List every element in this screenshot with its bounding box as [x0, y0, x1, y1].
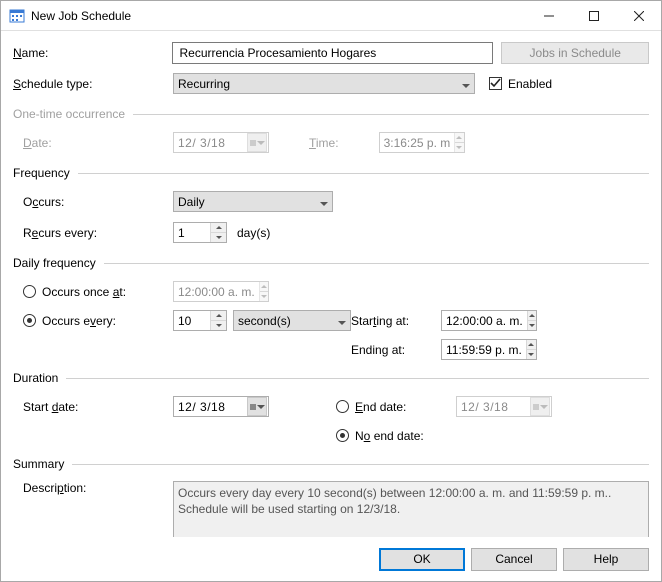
- onetime-time-value: 3:16:25 p. m: [380, 136, 455, 150]
- schedule-type-select[interactable]: Recurring: [173, 73, 475, 94]
- titlebar: New Job Schedule: [1, 1, 661, 31]
- jobs-in-schedule-button: Jobs in Schedule: [501, 42, 649, 64]
- ending-at-label: Ending at:: [351, 343, 441, 357]
- onetime-time-spinner: 3:16:25 p. m: [379, 132, 465, 153]
- end-date-value: 12/ 3/18: [457, 400, 530, 414]
- close-button[interactable]: [616, 1, 661, 30]
- spin-down-icon[interactable]: [527, 349, 536, 359]
- spin-down-icon[interactable]: [211, 232, 226, 242]
- start-date-value: 12/ 3/18: [174, 400, 247, 414]
- checkbox-icon: [489, 77, 502, 90]
- occurs-select[interactable]: Daily: [173, 191, 333, 212]
- group-daily-frequency-title: Daily frequency: [13, 256, 96, 270]
- divider: [72, 464, 649, 465]
- recurs-every-spinner[interactable]: 1: [173, 222, 227, 243]
- starting-at-value: 12:00:00 a. m.: [442, 314, 527, 328]
- occurs-every-n-value: 10: [174, 314, 210, 328]
- group-summary-title: Summary: [13, 457, 64, 471]
- divider: [133, 114, 649, 115]
- calendar-dropdown-icon: [247, 133, 267, 152]
- occurs-every-unit-select[interactable]: second(s): [233, 310, 351, 331]
- occurs-once-at-radio[interactable]: Occurs once at:: [23, 285, 173, 299]
- divider: [66, 378, 649, 379]
- end-date-radio[interactable]: End date:: [336, 400, 456, 414]
- calendar-dropdown-icon: [530, 397, 550, 416]
- schedule-type-value: Recurring: [178, 77, 230, 91]
- group-frequency-title: Frequency: [13, 166, 70, 180]
- description-label: Description:: [23, 481, 173, 495]
- ok-button[interactable]: OK: [379, 548, 465, 571]
- summary-textarea[interactable]: Occurs every day every 10 second(s) betw…: [173, 481, 649, 537]
- enabled-label: Enabled: [508, 77, 552, 91]
- occurs-value: Daily: [178, 195, 205, 209]
- date-label: Date:: [23, 136, 173, 150]
- window: New Job Schedule Name: Jobs in Schedule …: [0, 0, 662, 582]
- spin-up-icon[interactable]: [527, 340, 536, 349]
- starting-at-spinner[interactable]: 12:00:00 a. m.: [441, 310, 537, 331]
- minimize-button[interactable]: [526, 1, 571, 30]
- ending-at-value: 11:59:59 p. m.: [442, 343, 526, 357]
- spin-up-icon[interactable]: [211, 223, 226, 232]
- dialog-body: Name: Jobs in Schedule Schedule type: Re…: [1, 31, 661, 537]
- radio-icon: [336, 429, 349, 442]
- no-end-date-radio[interactable]: No end date:: [336, 429, 424, 443]
- radio-icon: [23, 285, 36, 298]
- start-date-label: Start date:: [23, 400, 173, 414]
- chevron-down-icon: [338, 314, 346, 328]
- recurs-every-value: 1: [174, 226, 210, 240]
- starting-at-label: Starting at:: [351, 314, 441, 328]
- schedule-type-label: Schedule type:: [13, 77, 173, 91]
- chevron-down-icon: [462, 77, 470, 91]
- occurs-label: Occurs:: [23, 195, 173, 209]
- onetime-date-picker: 12/ 3/18: [173, 132, 269, 153]
- spin-down-icon[interactable]: [211, 320, 226, 330]
- help-button[interactable]: Help: [563, 548, 649, 571]
- maximize-button[interactable]: [571, 1, 616, 30]
- radio-icon: [336, 400, 349, 413]
- start-date-picker[interactable]: 12/ 3/18: [173, 396, 269, 417]
- spin-up-icon[interactable]: [528, 311, 536, 320]
- divider: [104, 263, 649, 264]
- time-label: Time:: [309, 136, 339, 150]
- occurs-every-n-spinner[interactable]: 10: [173, 310, 227, 331]
- radio-icon: [23, 314, 36, 327]
- enabled-checkbox[interactable]: Enabled: [489, 77, 552, 91]
- calendar-dropdown-icon: [247, 397, 267, 416]
- cancel-button[interactable]: Cancel: [471, 548, 557, 571]
- days-suffix: day(s): [237, 226, 270, 240]
- app-icon: [9, 8, 25, 24]
- name-input[interactable]: [172, 42, 493, 64]
- footer: OK Cancel Help: [1, 537, 661, 581]
- spin-down-icon[interactable]: [528, 320, 536, 330]
- occurs-once-time-spinner: 12:00:00 a. m.: [173, 281, 269, 302]
- group-one-time-title: One-time occurrence: [13, 107, 125, 121]
- spin-up-icon[interactable]: [211, 311, 226, 320]
- divider: [78, 173, 649, 174]
- group-duration-title: Duration: [13, 371, 58, 385]
- ending-at-spinner[interactable]: 11:59:59 p. m.: [441, 339, 537, 360]
- occurs-once-time-value: 12:00:00 a. m.: [174, 285, 259, 299]
- occurs-every-unit-value: second(s): [238, 314, 291, 328]
- onetime-date-value: 12/ 3/18: [174, 136, 247, 150]
- recurs-every-label: Recurs every:: [23, 226, 173, 240]
- occurs-every-radio[interactable]: Occurs every:: [23, 314, 173, 328]
- end-date-picker: 12/ 3/18: [456, 396, 552, 417]
- chevron-down-icon: [320, 195, 328, 209]
- window-title: New Job Schedule: [31, 9, 526, 23]
- name-label: Name:: [13, 46, 172, 60]
